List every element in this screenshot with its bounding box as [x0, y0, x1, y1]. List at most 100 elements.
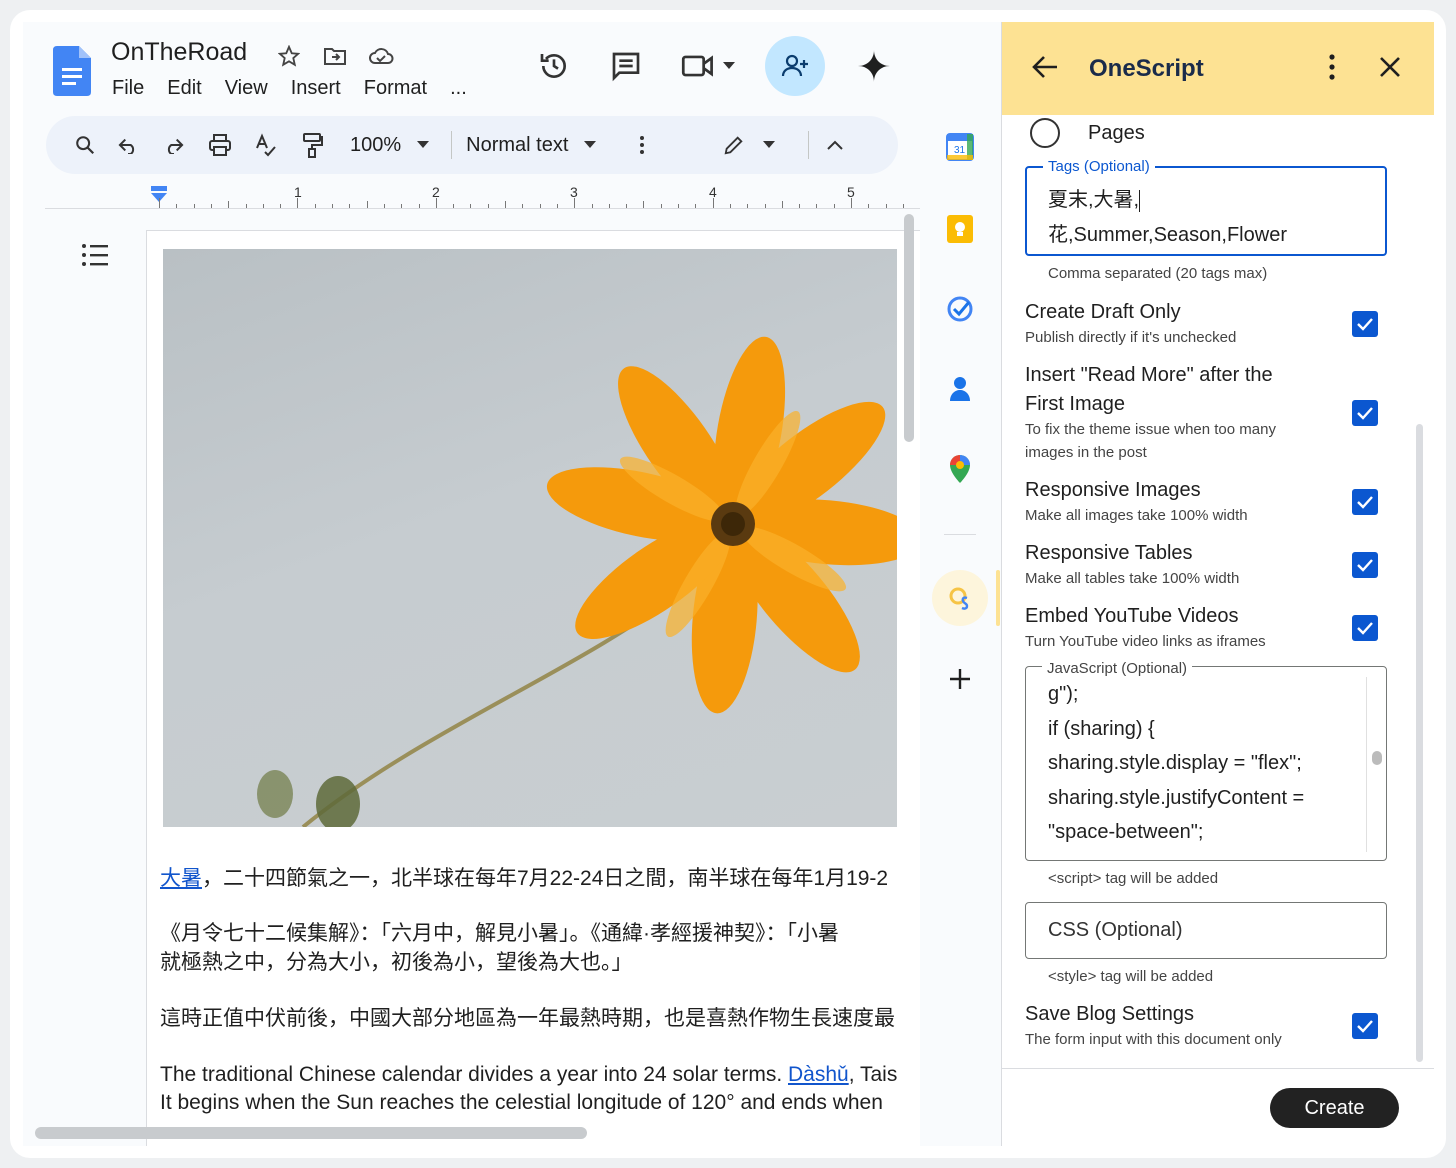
paragraph-style-select[interactable]: Normal text: [466, 125, 568, 165]
menu-insert[interactable]: Insert: [291, 77, 341, 100]
vertical-scrollbar[interactable]: [904, 214, 914, 442]
print-icon[interactable]: [204, 125, 236, 165]
paragraph-2-line-1: 《月令七十二候集解》：「六月中，解見小暑」。《通緯·孝經援神契》：「小暑: [160, 922, 839, 945]
paragraph-4-text-2: , Tais: [848, 1063, 898, 1086]
javascript-field[interactable]: JavaScript (Optional) g"); if (sharing) …: [1025, 661, 1387, 861]
ruler-tick: [366, 201, 368, 208]
more-options-icon[interactable]: [630, 125, 654, 165]
save-settings-checkbox[interactable]: [1352, 1013, 1378, 1039]
active-addon-indicator: [996, 570, 1000, 626]
paint-format-icon[interactable]: [296, 125, 328, 165]
tags-value-text: 夏末,大暑,: [1048, 189, 1140, 211]
paragraph-4-line-2: It begins when the Sun reaches the celes…: [160, 1091, 883, 1114]
get-addons-plus-icon[interactable]: [945, 664, 975, 694]
zoom-dropdown-icon[interactable]: [415, 125, 431, 165]
paragraph-1: 大暑，二十四節氣之一，北半球在每年7月22-24日之間，南半球在每年1月19-2: [160, 864, 920, 893]
responsive-images-checkbox[interactable]: [1352, 489, 1378, 515]
menu-format[interactable]: Format: [364, 77, 427, 100]
pages-radio[interactable]: [1030, 118, 1060, 148]
panel-title: OneScript: [1089, 55, 1204, 82]
ruler-tick: [505, 201, 506, 208]
menu-more[interactable]: ...: [450, 77, 467, 100]
flower-image[interactable]: [163, 249, 897, 827]
onescript-panel: OneScript Pages Tags (Optional) 夏末,大暑, 花…: [1001, 22, 1434, 1146]
tags-hint: Comma separated (20 tags max): [1048, 265, 1268, 282]
ruler-tick: [643, 201, 645, 208]
close-icon[interactable]: [1373, 50, 1407, 84]
link-dashu-zh[interactable]: 大暑: [160, 867, 202, 890]
document-outline-icon[interactable]: [81, 242, 111, 268]
embed-youtube-label: Embed YouTube Videos: [1025, 605, 1239, 627]
comment-icon[interactable]: [605, 45, 647, 87]
edit-mode-dropdown-icon[interactable]: [762, 125, 776, 165]
tags-value-line-1: 夏末,大暑,: [1048, 183, 1141, 212]
paragraph-4-text: The traditional Chinese calendar divides…: [160, 1063, 788, 1086]
side-panel-rail: 31: [920, 22, 1000, 1146]
pages-radio-label: Pages: [1088, 122, 1145, 144]
star-icon[interactable]: [275, 42, 303, 70]
responsive-images-sub: Make all images take 100% width: [1025, 507, 1248, 524]
undo-icon[interactable]: [112, 125, 144, 165]
read-more-checkbox[interactable]: [1352, 400, 1378, 426]
embed-youtube-sub: Turn YouTube video links as iframes: [1025, 633, 1266, 650]
code-line: sharing.style.justifyContent =: [1048, 786, 1305, 809]
code-line: "space-between";: [1048, 821, 1204, 843]
editing-toolbar: 100% Normal text: [46, 116, 898, 174]
ruler-tick: [435, 198, 437, 208]
create-button[interactable]: Create: [1270, 1088, 1399, 1128]
create-draft-checkbox[interactable]: [1352, 311, 1378, 337]
code-scroll-thumb[interactable]: [1372, 751, 1382, 765]
collapse-menus-icon[interactable]: [823, 125, 847, 165]
gemini-sparkle-icon[interactable]: [853, 45, 895, 87]
css-field[interactable]: CSS (Optional): [1025, 902, 1387, 959]
onescript-addon-icon[interactable]: [932, 570, 988, 626]
horizontal-ruler: 1 2 3 4 5: [143, 184, 922, 208]
contacts-icon[interactable]: [945, 374, 975, 404]
menu-edit[interactable]: Edit: [167, 77, 201, 100]
cloud-saved-icon[interactable]: [367, 42, 395, 70]
history-icon[interactable]: [533, 45, 575, 87]
document-title[interactable]: OnTheRoad: [111, 38, 247, 67]
code-line: if (sharing) {: [1048, 717, 1155, 740]
paragraph-style-value: Normal text: [466, 133, 569, 156]
responsive-tables-checkbox[interactable]: [1352, 552, 1378, 578]
style-dropdown-icon[interactable]: [582, 125, 598, 165]
meet-icon[interactable]: [677, 45, 719, 87]
responsive-tables-sub: Make all tables take 100% width: [1025, 570, 1240, 587]
code-scroll-track: [1366, 677, 1367, 852]
svg-text:31: 31: [954, 145, 966, 156]
read-more-sub-line-1: To fix the theme issue when too many: [1025, 421, 1276, 438]
responsive-images-label: Responsive Images: [1025, 479, 1201, 501]
javascript-hint: <script> tag will be added: [1048, 870, 1219, 887]
share-button[interactable]: [765, 36, 825, 96]
paragraph-2-line-2: 就極熱之中，分為大小，初後為小，望後為大也。」: [160, 951, 633, 974]
menu-file[interactable]: File: [112, 77, 144, 100]
paragraph-4-line-1: The traditional Chinese calendar divides…: [160, 1060, 920, 1089]
maps-icon[interactable]: [945, 454, 975, 484]
calendar-icon[interactable]: 31: [945, 132, 975, 162]
horizontal-scrollbar[interactable]: [35, 1127, 587, 1139]
paragraph-1-text: ，二十四節氣之一，北半球在每年7月22-24日之間，南半球在每年1月19-2: [202, 867, 889, 890]
back-arrow-icon[interactable]: [1028, 50, 1062, 84]
keep-icon[interactable]: [945, 214, 975, 244]
google-docs-area: OnTheRoad File Edit View Insert Format .…: [23, 22, 1001, 1146]
search-icon[interactable]: [72, 125, 98, 165]
create-draft-label: Create Draft Only: [1025, 301, 1181, 323]
tags-field[interactable]: Tags (Optional) 夏末,大暑, 花,Summer,Season,F…: [1025, 158, 1387, 256]
panel-scrollbar[interactable]: [1416, 424, 1423, 1062]
docs-logo-icon: [53, 46, 91, 96]
javascript-legend: JavaScript (Optional): [1042, 661, 1193, 676]
menu-view[interactable]: View: [225, 77, 268, 100]
tasks-icon[interactable]: [945, 294, 975, 324]
panel-more-icon[interactable]: [1315, 50, 1349, 84]
meet-dropdown-icon[interactable]: [719, 45, 739, 87]
edit-mode-icon[interactable]: [720, 125, 748, 165]
embed-youtube-checkbox[interactable]: [1352, 615, 1378, 641]
read-more-sub-line-2: images in the post: [1025, 444, 1147, 461]
move-folder-icon[interactable]: [321, 42, 349, 70]
code-line: g");: [1048, 683, 1079, 705]
redo-icon[interactable]: [158, 125, 190, 165]
spellcheck-icon[interactable]: [250, 125, 282, 165]
zoom-select[interactable]: 100%: [350, 125, 401, 165]
link-dashu-en[interactable]: Dàshǔ: [788, 1063, 849, 1086]
